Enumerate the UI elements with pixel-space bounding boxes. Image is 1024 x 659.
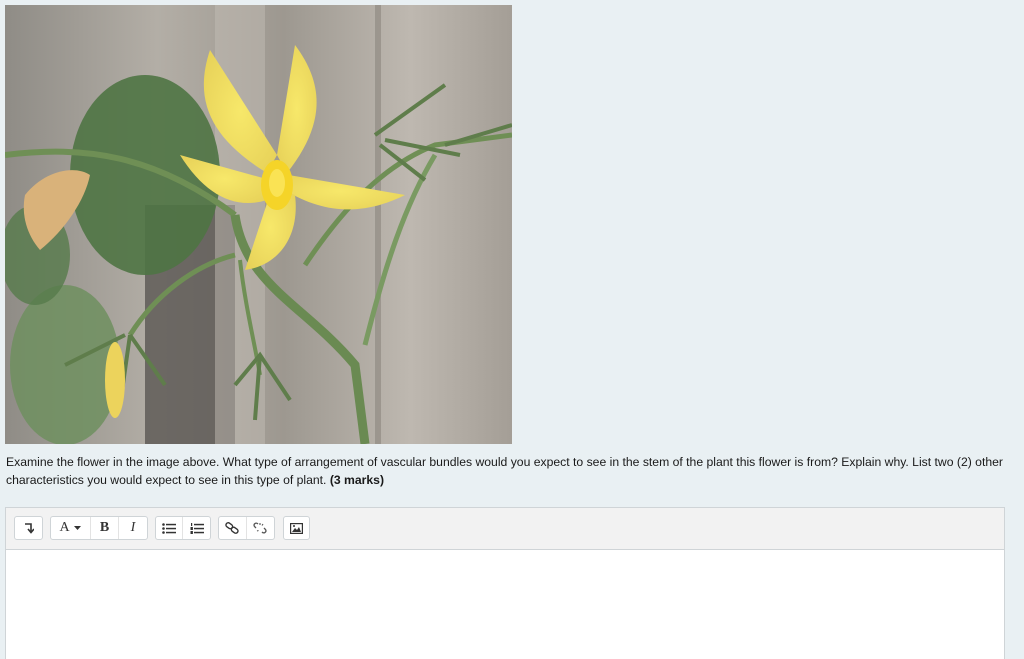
answer-editor: A B I (5, 507, 1005, 659)
question-marks: (3 marks) (329, 473, 385, 487)
image-icon (290, 522, 303, 534)
toolbar-group-image (283, 516, 310, 540)
toolbar-group-collapse (14, 516, 43, 540)
collapse-icon (24, 523, 34, 534)
chevron-down-icon (73, 526, 81, 530)
flower-photo (5, 5, 512, 444)
italic-button[interactable]: I (119, 517, 147, 539)
unordered-list-button[interactable] (156, 517, 183, 539)
toolbar-group-lists (155, 516, 211, 540)
italic-label: I (130, 520, 136, 535)
toolbar-group-format: A B I (50, 516, 148, 540)
ordered-list-button[interactable] (183, 517, 210, 539)
unordered-list-icon (162, 522, 176, 534)
font-color-button[interactable]: A (51, 517, 91, 539)
unlink-icon (253, 522, 267, 534)
toolbar-group-links (218, 516, 275, 540)
editor-content-area[interactable] (6, 550, 1004, 659)
ordered-list-icon (190, 522, 204, 534)
unlink-button[interactable] (247, 517, 274, 539)
question-text: Examine the flower in the image above. W… (6, 453, 1006, 489)
collapse-button[interactable] (15, 517, 42, 539)
link-icon (225, 522, 239, 534)
link-button[interactable] (219, 517, 247, 539)
bold-button[interactable]: B (91, 517, 119, 539)
bold-label: B (99, 520, 110, 535)
font-color-label: A (59, 520, 70, 535)
question-body: Examine the flower in the image above. W… (6, 455, 1003, 487)
editor-toolbar: A B I (6, 508, 1004, 550)
insert-image-button[interactable] (284, 517, 309, 539)
